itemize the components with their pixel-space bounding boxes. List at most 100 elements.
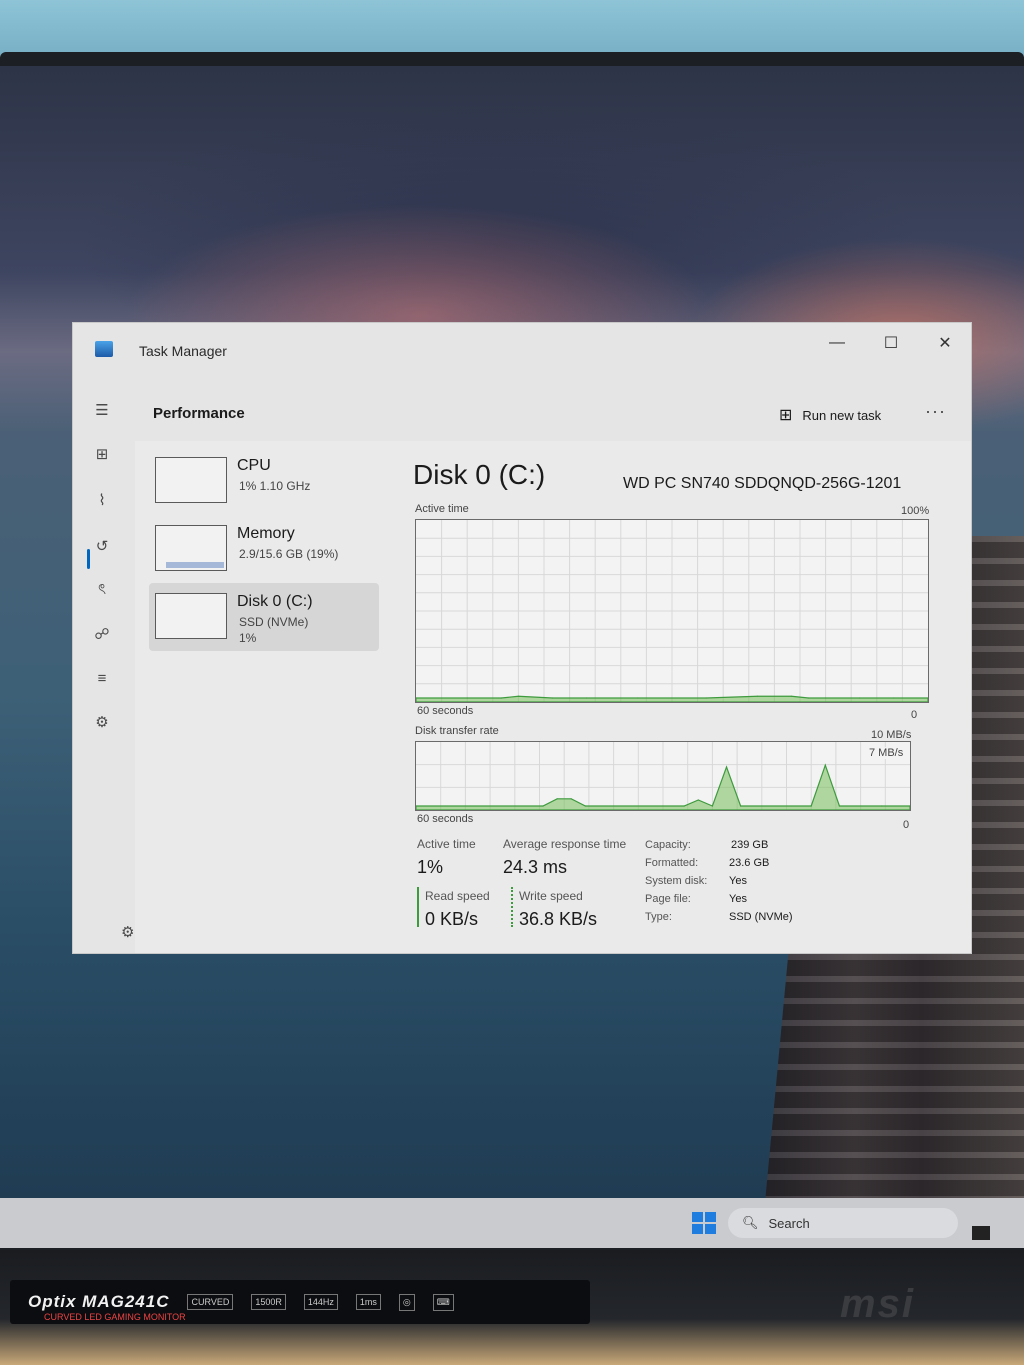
msi-logo: msi [840,1282,915,1326]
title-bar[interactable]: Task Manager — ☐ ✕ [73,323,971,381]
data-point [740,805,742,807]
write-speed-label: Write speed [519,889,583,903]
chart-svg [416,520,928,702]
data-point [838,805,841,807]
formatted-label: Formatted: [645,857,699,869]
active-time-stat-label: Active time [417,837,476,851]
read-speed-indicator [417,887,419,927]
search-placeholder: Search [768,1215,810,1231]
disk-model: WD PC SN740 SDDQNQD-256G-1201 [623,475,902,492]
data-point [756,695,758,697]
performance-panel: CPU 1% 1.10 GHz Memory 2.9/15.6 GB (19%)… [135,441,971,953]
data-point [705,697,707,699]
disk-title: Disk 0 (C:) [413,459,546,490]
system-disk-label: System disk: [645,875,708,887]
read-speed-label: Read speed [425,889,490,903]
processes-icon[interactable]: ⊞ [85,439,119,469]
data-point [725,766,728,768]
data-point [584,805,586,807]
hamburger-menu-icon[interactable]: ☰ [85,395,119,425]
active-time-duration: 60 seconds [417,705,474,717]
startup-apps-icon[interactable]: ৎ [85,575,119,605]
system-disk-value: Yes [729,875,747,887]
device-name: Memory [237,525,295,542]
page-file-label: Page file: [645,893,691,905]
device-memory[interactable]: Memory 2.9/15.6 GB (19%) [149,515,379,583]
active-time-chart [415,519,929,703]
window-title: Task Manager [139,343,227,359]
data-point [697,799,699,801]
capacity-label: Capacity: [645,839,691,851]
disk-thumbnail [155,593,227,639]
run-new-task-label: Run new task [802,407,882,423]
data-point [637,697,639,699]
transfer-max: 10 MB/s [871,729,912,741]
response-time-label: Average response time [503,837,627,851]
data-point [810,805,812,807]
monitor-sticker: Optix MAG241C CURVED LED GAMING MONITOR … [10,1280,590,1324]
device-detail: SSD (NVMe) [239,615,309,629]
transfer-duration: 60 seconds [417,813,474,825]
taskbar-search[interactable]: 🔍︎ Search [728,1208,958,1238]
badge-144hz: 144Hz [303,1294,338,1310]
data-point [711,805,713,807]
data-point [683,805,685,807]
device-name: CPU [237,457,271,474]
wall-background [0,0,1024,60]
data-point [859,697,861,699]
data-point [807,697,810,699]
device-list: CPU 1% 1.10 GHz Memory 2.9/15.6 GB (19%)… [149,447,379,651]
badge-1500r: 1500R [251,1294,286,1310]
show-desktop-corner[interactable] [972,1226,990,1240]
more-options-button[interactable]: ··· [925,401,946,422]
task-manager-window: Task Manager — ☐ ✕ ☰ ⊞ ⌇ ↺ ৎ ☍ ≡ ⚙ ⚙ Per… [72,322,972,954]
data-point [570,798,572,800]
write-speed-indicator [511,887,513,927]
transfer-rate-chart [415,741,911,811]
cpu-thumbnail [155,457,227,503]
settings-icon[interactable]: ⚙ [121,923,134,941]
chart-svg [416,742,910,810]
monitor-model: Optix MAG241C [28,1292,170,1311]
badge-curved: CURVED [187,1294,234,1310]
data-point [790,695,793,697]
maximize-button[interactable]: ☐ [873,331,909,355]
data-point [586,697,588,699]
task-manager-app-icon [95,341,113,357]
badge-frameless-icon: ◎ [398,1293,415,1311]
device-usage: 1% [239,631,257,645]
transfer-min: 0 [903,819,910,831]
read-speed-value: 0 KB/s [425,909,479,929]
transfer-chart-label: Disk transfer rate [415,725,499,737]
details-icon[interactable]: ≡ [85,663,119,693]
close-button[interactable]: ✕ [927,331,963,355]
transfer-marker: 7 MB/s [869,747,904,759]
type-label: Type: [645,911,672,923]
page-header: Performance ⊞ Run new task ··· [135,385,971,441]
monitor-tagline: CURVED LED GAMING MONITOR [44,1312,186,1322]
device-cpu[interactable]: CPU 1% 1.10 GHz [149,447,379,515]
minimize-button[interactable]: — [819,331,855,355]
data-point [881,805,883,807]
data-point [825,697,827,699]
app-history-icon[interactable]: ↺ [85,531,119,561]
device-detail: 2.9/15.6 GB (19%) [239,547,339,561]
response-time-value: 24.3 ms [503,857,568,877]
performance-icon[interactable]: ⌇ [85,485,119,515]
services-icon[interactable]: ⚙ [85,707,119,737]
data-point [466,697,468,699]
device-disk-0[interactable]: Disk 0 (C:) SSD (NVMe) 1% [149,583,379,651]
device-name: Disk 0 (C:) [237,593,313,610]
run-new-task-button[interactable]: ⊞ Run new task [779,405,881,425]
active-time-chart-label: Active time [415,503,469,515]
data-point [824,764,826,766]
data-point [556,798,558,800]
active-time-max: 100% [901,505,930,517]
page-file-value: Yes [729,893,747,905]
data-point [517,695,519,697]
nav-rail: ☰ ⊞ ⌇ ↺ ৎ ☍ ≡ ⚙ [73,381,131,953]
data-point [551,697,554,699]
data-point [542,805,544,807]
start-button[interactable] [692,1212,716,1234]
users-icon[interactable]: ☍ [85,619,119,649]
